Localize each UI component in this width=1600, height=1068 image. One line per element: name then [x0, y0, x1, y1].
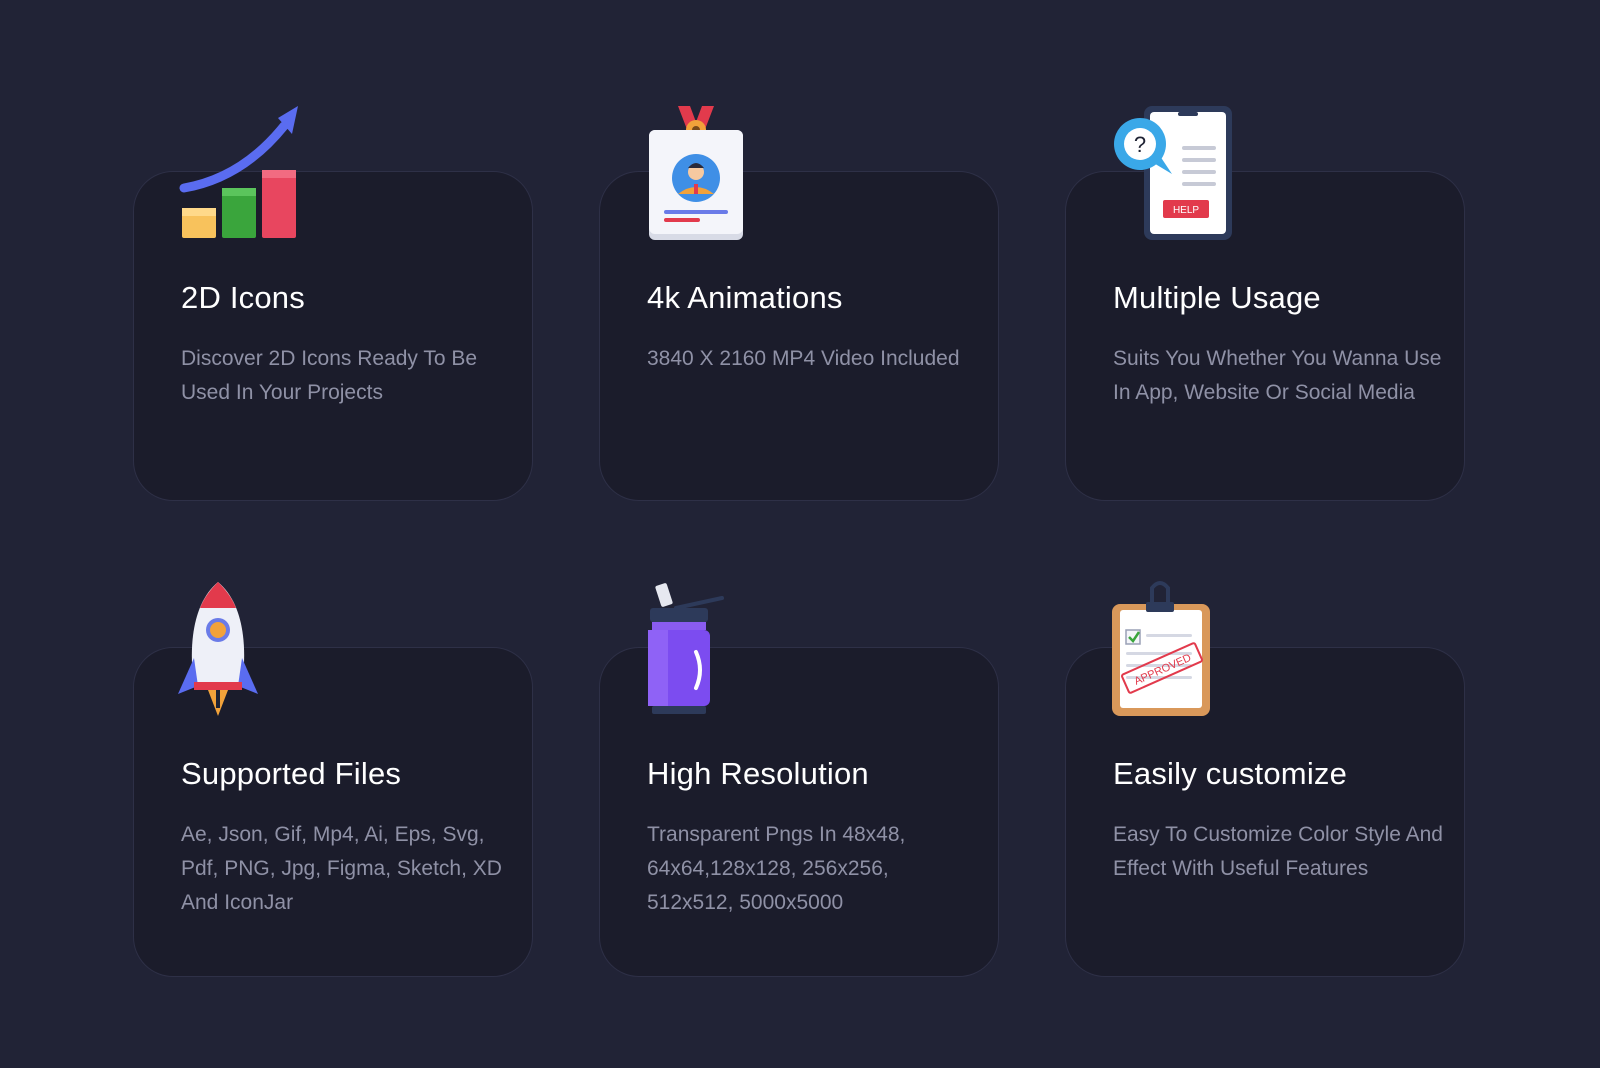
feature-title: Easily customize [1113, 756, 1348, 791]
feature-title: 4k Animations [647, 280, 843, 315]
feature-description: Easy To Customize Color Style And Effect… [1113, 823, 1443, 880]
feature-description: Ae, Json, Gif, Mp4, Ai, Eps, Svg, Pdf, P… [181, 823, 502, 914]
id-badge-icon [646, 106, 776, 246]
rocket-icon [178, 582, 310, 722]
feature-card-4k-animations: 4k Animations 3840 X 2160 MP4 Video Incl… [599, 106, 999, 501]
feature-card-multiple-usage: HELP ? Multiple Usage Suits You Whether … [1065, 106, 1465, 501]
water-bottle-icon [646, 582, 776, 722]
feature-card-easily-customize: APPROVED Easily customize Easy To Custom… [1065, 581, 1465, 977]
approved-clipboard-icon: APPROVED [1112, 581, 1242, 722]
feature-title: 2D Icons [181, 280, 305, 315]
feature-card-high-resolution: High Resolution Transparent Pngs In 48x4… [599, 583, 999, 977]
feature-description: Transparent Pngs In 48x48, 64x64,128x128… [647, 823, 906, 914]
help-label: HELP [1173, 205, 1199, 216]
svg-text:?: ? [1134, 132, 1146, 157]
phone-help-icon: HELP ? [1112, 106, 1242, 246]
features-page: 2D Icons Discover 2D Icons Ready To Be U… [0, 0, 1600, 1068]
feature-title: High Resolution [647, 756, 869, 791]
feature-card-2d-icons: 2D Icons Discover 2D Icons Ready To Be U… [133, 106, 533, 501]
growth-chart-icon [179, 106, 310, 246]
feature-title: Supported Files [181, 756, 402, 791]
feature-card-supported-files: Supported Files Ae, Json, Gif, Mp4, Ai, … [133, 582, 533, 977]
feature-description: Discover 2D Icons Ready To Be Used In Yo… [181, 347, 478, 404]
feature-description: Suits You Whether You Wanna Use In App, … [1113, 347, 1442, 404]
feature-title: Multiple Usage [1113, 280, 1321, 315]
feature-description: 3840 X 2160 MP4 Video Included [647, 347, 960, 370]
